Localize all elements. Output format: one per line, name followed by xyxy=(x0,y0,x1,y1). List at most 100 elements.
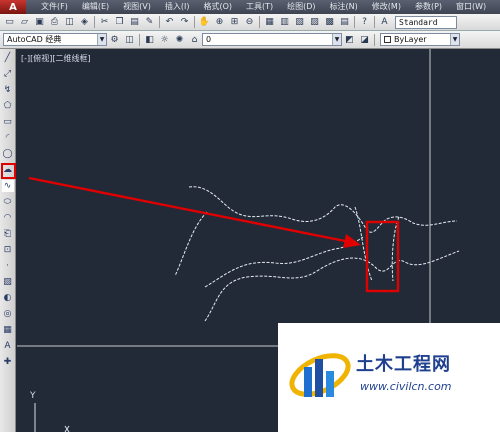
circle-icon[interactable]: ◯ xyxy=(2,148,14,160)
spline-curve xyxy=(204,250,460,322)
watermark-logo: 土木工程网 www.civilcn.com xyxy=(278,323,500,432)
toolbar-separator xyxy=(259,16,260,28)
copy-icon[interactable]: ❐ xyxy=(113,16,126,29)
rectangle-icon[interactable]: ▭ xyxy=(2,116,14,128)
menu-tools[interactable]: 工具(T) xyxy=(239,0,280,14)
spline-curve xyxy=(188,186,458,233)
annotation-arrow-head xyxy=(343,234,361,248)
menu-view[interactable]: 视图(V) xyxy=(116,0,158,14)
civilcn-logo-icon xyxy=(289,353,351,397)
lightbulb-icon[interactable]: ☼ xyxy=(158,33,171,46)
text-style-icon[interactable]: A xyxy=(378,16,391,29)
zoom-previous-icon[interactable]: ⊖ xyxy=(243,16,256,29)
markup-icon[interactable]: ▩ xyxy=(323,16,336,29)
menu-modify[interactable]: 修改(M) xyxy=(365,0,408,14)
menu-parametric[interactable]: 参数(P) xyxy=(408,0,449,14)
workspace-icon[interactable]: ◫ xyxy=(123,33,136,46)
toolbar-separator xyxy=(159,16,160,28)
line-icon[interactable]: ╱ xyxy=(2,52,14,64)
match-icon[interactable]: ✎ xyxy=(143,16,156,29)
point-icon[interactable]: · xyxy=(2,260,14,272)
menu-insert[interactable]: 插入(I) xyxy=(158,0,197,14)
workspace-settings-icon[interactable]: ⚙ xyxy=(108,33,121,46)
workspace-select[interactable]: AutoCAD 经典 ▼ xyxy=(3,33,107,46)
color-select[interactable]: ByLayer ▼ xyxy=(380,33,460,46)
help-icon[interactable]: ? xyxy=(358,16,371,29)
menu-window[interactable]: 窗口(W) xyxy=(449,0,493,14)
text-style-select[interactable]: Standard xyxy=(395,15,457,29)
menu-edit[interactable]: 编辑(E) xyxy=(75,0,116,14)
ucs-y-label: Y xyxy=(30,391,36,401)
calculator-icon[interactable]: ▤ xyxy=(338,16,351,29)
insert-block-icon[interactable]: ⎗ xyxy=(2,228,14,240)
save-icon[interactable]: ▣ xyxy=(33,16,46,29)
layers-toolbar: AutoCAD 经典 ▼ ⚙ ◫ ◧ ☼ ✺ ⌂ 0 ▼ ◩ ◪ ByLayer… xyxy=(0,31,500,49)
undo-icon[interactable]: ↶ xyxy=(163,16,176,29)
new-icon[interactable]: ▭ xyxy=(3,16,16,29)
spline-curve xyxy=(174,211,208,277)
menu-file[interactable]: 文件(F) xyxy=(34,0,75,14)
sheet-set-icon[interactable]: ▨ xyxy=(308,16,321,29)
make-current-layer-icon[interactable]: ◩ xyxy=(343,33,356,46)
zoom-icon[interactable]: ⊕ xyxy=(213,16,226,29)
print-icon[interactable]: ⎙ xyxy=(48,16,61,29)
spline-group xyxy=(174,186,460,322)
spline-tool-highlight-box xyxy=(1,163,16,179)
ellipse-arc-icon[interactable]: ◠ xyxy=(2,212,14,224)
pan-icon[interactable]: ✋ xyxy=(198,16,211,29)
paste-icon[interactable]: ▤ xyxy=(128,16,141,29)
toolbar-separator xyxy=(374,33,375,46)
table-icon[interactable]: ▦ xyxy=(2,324,14,336)
color-value: ByLayer xyxy=(394,35,427,44)
spline-curve xyxy=(204,236,364,288)
toolbar-separator xyxy=(354,16,355,28)
arc-icon[interactable]: ◜ xyxy=(2,132,14,144)
construction-line-icon[interactable]: ⤢ xyxy=(2,68,14,80)
viewport-controls-label[interactable]: [-][俯视][二维线框] xyxy=(21,53,91,64)
polygon-icon[interactable]: ⬠ xyxy=(2,100,14,112)
add-selected-icon[interactable]: ✚ xyxy=(2,356,14,368)
spline-icon[interactable]: ∿ xyxy=(1,180,14,192)
tool-palettes-icon[interactable]: ▧ xyxy=(293,16,306,29)
cut-icon[interactable]: ✂ xyxy=(98,16,111,29)
autocad-logo-icon: A xyxy=(9,1,17,13)
chevron-down-icon: ▼ xyxy=(97,34,106,45)
toolbar-separator xyxy=(374,16,375,28)
toolbar-separator xyxy=(94,16,95,28)
workspace-value: AutoCAD 经典 xyxy=(7,35,62,44)
menu-format[interactable]: 格式(O) xyxy=(196,0,239,14)
annotation-arrow-line xyxy=(28,176,356,245)
menu-list: 文件(F) 编辑(E) 视图(V) 插入(I) 格式(O) 工具(T) 绘图(D… xyxy=(34,0,493,14)
standard-toolbar: ▭ ▱ ▣ ⎙ ◫ ◈ ✂ ❐ ▤ ✎ ↶ ↷ ✋ ⊕ ⊞ ⊖ ▦ ▥ ▧ ▨ … xyxy=(0,14,500,31)
menu-bar: A 文件(F) 编辑(E) 视图(V) 插入(I) 格式(O) 工具(T) 绘图… xyxy=(0,0,500,14)
toolbar-separator xyxy=(194,16,195,28)
polyline-icon[interactable]: ↯ xyxy=(2,84,14,96)
chevron-down-icon: ▼ xyxy=(450,34,459,45)
open-icon[interactable]: ▱ xyxy=(18,16,31,29)
layer-value: 0 xyxy=(206,35,212,44)
ellipse-icon[interactable]: ⬭ xyxy=(2,196,14,208)
make-block-icon[interactable]: ⊡ xyxy=(2,244,14,256)
color-swatch xyxy=(384,36,391,43)
sun-icon[interactable]: ✺ xyxy=(173,33,186,46)
preview-icon[interactable]: ◫ xyxy=(63,16,76,29)
menu-draw[interactable]: 绘图(D) xyxy=(280,0,322,14)
gradient-icon[interactable]: ◐ xyxy=(2,292,14,304)
watermark-title: 土木工程网 xyxy=(356,354,451,375)
multiline-text-icon[interactable]: A xyxy=(2,340,14,352)
menu-dimension[interactable]: 标注(N) xyxy=(323,0,365,14)
layer-previous-icon[interactable]: ◪ xyxy=(358,33,371,46)
watermark-url: www.civilcn.com xyxy=(360,380,452,393)
lock-icon[interactable]: ⌂ xyxy=(188,33,201,46)
layer-select[interactable]: 0 ▼ xyxy=(202,33,342,46)
region-icon[interactable]: ◎ xyxy=(2,308,14,320)
design-center-icon[interactable]: ▥ xyxy=(278,16,291,29)
toolbar-separator xyxy=(139,33,140,46)
properties-icon[interactable]: ▦ xyxy=(263,16,276,29)
hatch-icon[interactable]: ▨ xyxy=(2,276,14,288)
application-menu-button[interactable]: A xyxy=(0,0,26,14)
redo-icon[interactable]: ↷ xyxy=(178,16,191,29)
zoom-window-icon[interactable]: ⊞ xyxy=(228,16,241,29)
layer-manager-icon[interactable]: ◧ xyxy=(143,33,156,46)
publish-icon[interactable]: ◈ xyxy=(78,16,91,29)
